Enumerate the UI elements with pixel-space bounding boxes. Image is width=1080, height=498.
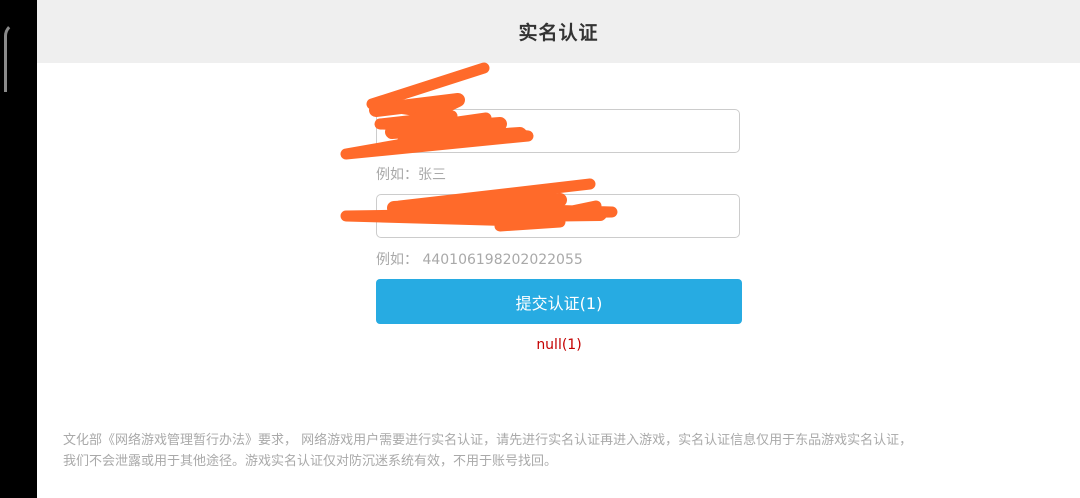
phone-screen: 实名认证 例如：张三 例如： 440106198202022055 提交认证(1… bbox=[0, 0, 1080, 498]
notice-text: 文化部《网络游戏管理暂行办法》要求， 网络游戏用户需要进行实名认证，请先进行实名… bbox=[63, 430, 1073, 472]
title-bar: 实名认证 bbox=[37, 0, 1080, 63]
screen-edge bbox=[4, 22, 18, 92]
id-number-hint: 例如： 440106198202022055 bbox=[376, 252, 583, 268]
page-title: 实名认证 bbox=[518, 22, 599, 44]
notice-line-2: 我们不会泄露或用于其他途径。游戏实名认证仅对防沉迷系统有效，不用于账号找回。 bbox=[63, 454, 558, 469]
notice-line-1: 文化部《网络游戏管理暂行办法》要求， 网络游戏用户需要进行实名认证，请先进行实名… bbox=[63, 433, 913, 448]
real-name-auth-page: 实名认证 例如：张三 例如： 440106198202022055 提交认证(1… bbox=[37, 0, 1080, 498]
name-input[interactable] bbox=[376, 109, 740, 153]
id-number-input[interactable] bbox=[376, 194, 740, 238]
name-hint: 例如：张三 bbox=[376, 167, 446, 183]
status-message: null(1) bbox=[536, 337, 582, 353]
submit-verification-button[interactable]: 提交认证(1) bbox=[376, 279, 742, 324]
